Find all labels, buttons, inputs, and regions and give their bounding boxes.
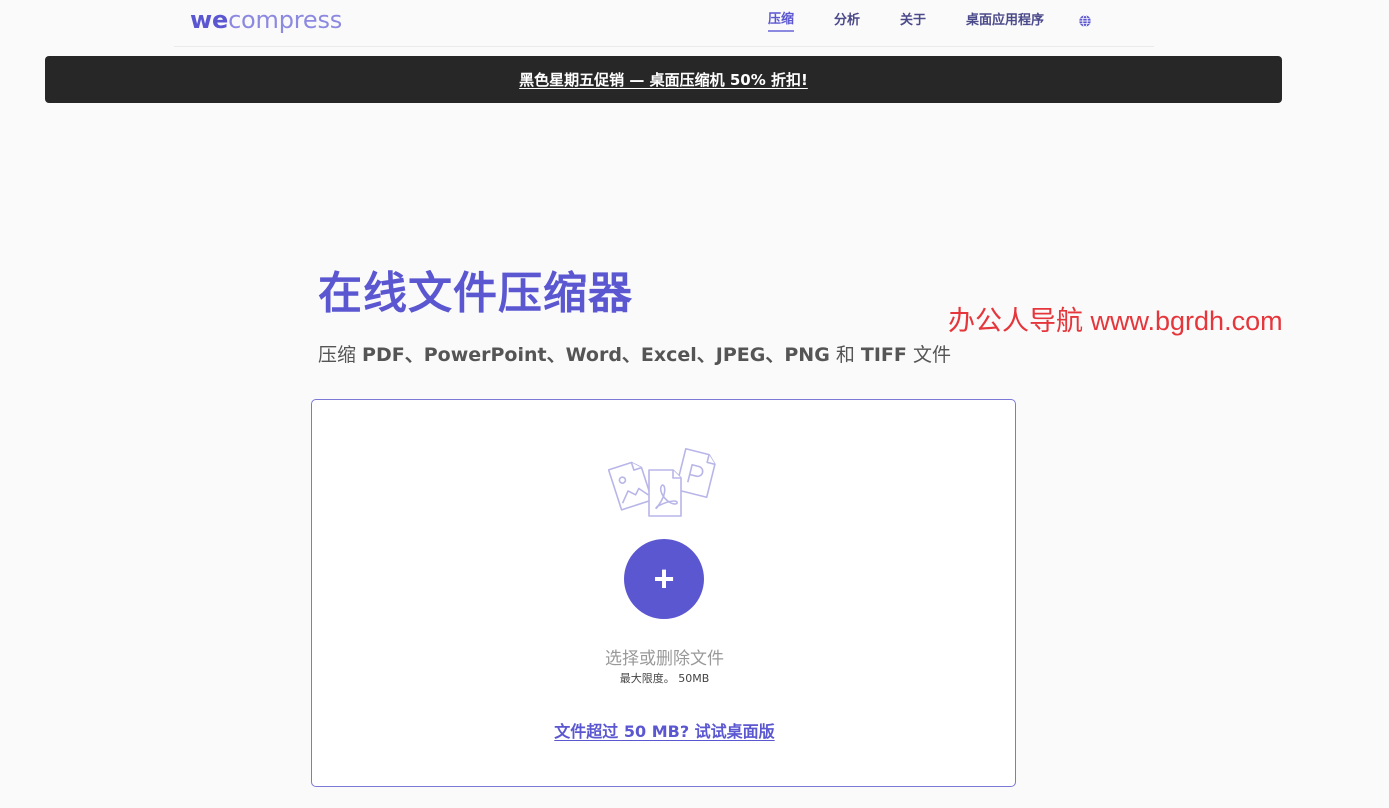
page-title: 在线文件压缩器 [318,268,633,319]
select-files-text: 选择或删除文件 [605,649,724,669]
page: wecompress 压缩 分析 关于 桌面应用程序 黑色星期五促销 — 桌面压… [0,0,1389,808]
subtitle-part-5: 文件 [906,344,951,366]
logo[interactable]: wecompress [190,4,342,36]
nav-desktop-app[interactable]: 桌面应用程序 [966,11,1044,31]
subtitle-formats: PDF、PowerPoint、Word、Excel、JPEG、PNG [362,344,830,366]
desktop-version-row: 文件超过 50 MB? 试试桌面版 [312,720,1017,744]
size-limit-text: 最大限度。 50MB [619,672,710,685]
nav-compress[interactable]: 压缩 [768,10,795,32]
upload-dropzone[interactable]: + 选择或删除文件 最大限度。 50MB 文件超过 50 MB? 试试桌面版 [311,399,1016,787]
watermark-text: 办公人导航 www.bgrdh.com [948,306,1283,336]
desktop-version-link[interactable]: 文件超过 50 MB? 试试桌面版 [554,722,774,741]
nav-analyze[interactable]: 分析 [834,11,860,31]
documents-icon [608,447,716,517]
subtitle-part-3: 和 [829,344,861,366]
globe-icon[interactable] [1078,14,1092,28]
nav-about[interactable]: 关于 [900,11,926,31]
top-header: wecompress 压缩 分析 关于 桌面应用程序 [174,0,1154,47]
logo-bold: we [190,6,229,34]
subtitle-tiff: TIFF [860,344,907,366]
page-subtitle: 压缩 PDF、PowerPoint、Word、Excel、JPEG、PNG 和 … [318,340,951,370]
subtitle-part-1: 压缩 [318,344,363,366]
main-nav: 压缩 分析 关于 桌面应用程序 [768,10,1092,32]
add-file-button[interactable]: + [624,539,704,619]
promo-link[interactable]: 黑色星期五促销 — 桌面压缩机 50% 折扣! [519,69,808,90]
promo-banner: 黑色星期五促销 — 桌面压缩机 50% 折扣! [45,56,1282,103]
logo-rest: compress [228,6,343,34]
